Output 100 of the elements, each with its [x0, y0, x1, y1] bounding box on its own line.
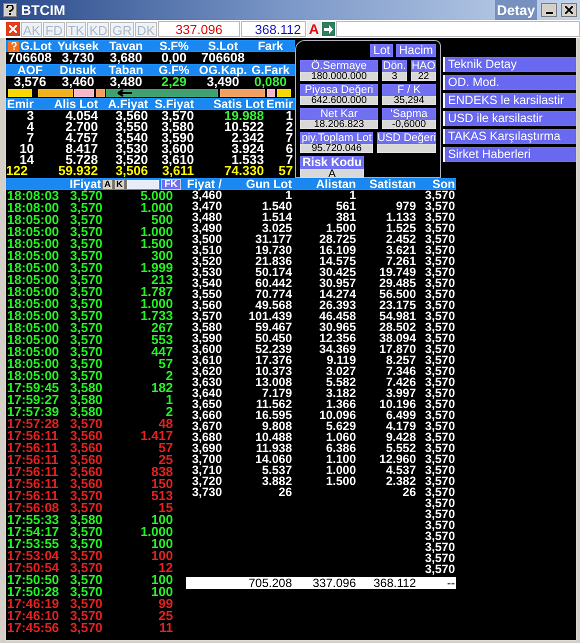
- trade-price: 3,570: [70, 538, 104, 550]
- toggle-button[interactable]: A: [102, 178, 113, 190]
- trade-price: 3,570: [70, 202, 104, 214]
- stat-value: 3,680: [110, 52, 142, 64]
- trade-time: 17:53:04: [6, 550, 60, 562]
- table-cell: 7.261: [386, 254, 416, 268]
- table-cell: 5.629: [326, 419, 356, 433]
- table-cell: 30.957: [319, 276, 356, 290]
- trade-lot: 1.000: [140, 226, 173, 238]
- table-cell-text: 3,610: [160, 154, 194, 165]
- menu-button[interactable]: Sirket Haberleri: [443, 147, 576, 162]
- table-cell: 17.870: [379, 342, 416, 356]
- table-cell: 23.175: [379, 298, 416, 312]
- trade-time: 18:05:00: [6, 286, 60, 298]
- table-cell: 11.938: [256, 441, 292, 455]
- trade-time: 17:57:28: [6, 418, 60, 430]
- value-box: [377, 144, 436, 153]
- column-header: A.Fiyat: [106, 98, 148, 110]
- trade-time: 17:50:54: [6, 562, 60, 574]
- trade-time: 18:05:00: [6, 346, 60, 358]
- trade-time: 18:05:00: [6, 334, 60, 346]
- trade-price: 3,570: [70, 574, 104, 586]
- table-cell: 21.836: [255, 254, 292, 268]
- column-header: G.F%: [158, 64, 190, 76]
- input-field[interactable]: [336, 21, 580, 37]
- trade-lot: 213: [151, 274, 173, 286]
- trade-time: 18:05:00: [6, 262, 60, 274]
- value-box: 3: [382, 72, 407, 81]
- trade-lot: 182: [151, 382, 173, 394]
- trade-lot: 1.417: [140, 430, 173, 442]
- trade-lot: 2: [166, 406, 173, 418]
- total-cell: 337.096: [312, 576, 356, 590]
- value-box: -0,6000: [382, 120, 436, 129]
- column-header: IFiyat: [70, 178, 101, 190]
- table-cell: 7.426: [386, 375, 416, 389]
- value-box: 18.206.823: [300, 120, 378, 129]
- value-box: 35,294: [382, 96, 436, 105]
- total-cell-text: 3,611: [162, 165, 194, 176]
- table-cell: 1: [285, 188, 292, 202]
- table-cell-text: 19.988: [224, 110, 264, 121]
- table-cell: 1: [349, 188, 356, 202]
- column-header: Tavan: [109, 40, 143, 52]
- filter-field[interactable]: [126, 178, 160, 190]
- trade-price: 3,580: [70, 406, 104, 418]
- table-cell: 7.346: [386, 364, 416, 378]
- trade-time: 17:57:39: [6, 406, 60, 418]
- column-header: Yuksek: [57, 40, 99, 52]
- table-cell: 1.366: [326, 397, 356, 411]
- table-cell: 19.730: [255, 243, 292, 257]
- table-cell: 14.060: [255, 452, 292, 466]
- column-header: Alistan: [314, 178, 356, 190]
- toggle-button[interactable]: Hacim: [396, 44, 436, 57]
- trade-time: 17:56:11: [6, 490, 60, 502]
- table-cell: 16.109: [319, 243, 356, 257]
- menu-button[interactable]: ENDEKS le karsilastir: [443, 93, 576, 108]
- table-cell-text: 10: [18, 143, 34, 154]
- toggle-button[interactable]: K: [114, 178, 125, 190]
- field-label: Risk Kodu: [300, 156, 364, 169]
- table-cell: 3,570: [424, 188, 455, 202]
- stat-value: 3,730: [62, 52, 94, 64]
- table-cell: 59.467: [255, 320, 292, 334]
- trade-time: 17:55:33: [6, 514, 60, 526]
- table-cell-text: 3,550: [114, 121, 148, 132]
- trade-lot: 25: [158, 454, 173, 466]
- trade-lot: 1.999: [140, 262, 173, 274]
- table-cell-text: 7: [26, 132, 34, 143]
- go-button[interactable]: [322, 22, 335, 36]
- toggle-button[interactable]: Lot: [370, 44, 393, 57]
- table-cell-text: 8.417: [64, 143, 98, 154]
- total-cell: 368.112: [374, 576, 416, 590]
- help-icon[interactable]: [8, 40, 20, 52]
- trade-price: 3,570: [70, 562, 104, 574]
- table-cell: 1.525: [386, 221, 416, 235]
- table-cell: 29.485: [379, 276, 416, 290]
- table-cell-text: 4.757: [64, 132, 98, 143]
- table-cell: 9.808: [262, 419, 292, 433]
- trade-lot: 267: [151, 322, 173, 334]
- table-cell: 8.257: [386, 353, 416, 367]
- trade-price: 3,570: [70, 490, 104, 502]
- filter-button[interactable]: FK: [161, 178, 181, 190]
- table-cell: 10.096: [319, 408, 356, 422]
- menu-button[interactable]: TAKAS Karşılaştırma: [443, 129, 576, 144]
- stat-value: 0,00: [161, 52, 187, 64]
- trade-price: 3,570: [70, 370, 104, 382]
- trade-lot: 100: [151, 574, 173, 586]
- menu-button[interactable]: Teknik Detay: [443, 57, 576, 72]
- table-cell: 1.060: [326, 430, 356, 444]
- trade-price: 3,560: [70, 478, 104, 490]
- trade-price: 3,570: [70, 622, 104, 634]
- total-cell-text: 122: [6, 165, 28, 176]
- menu-button[interactable]: USD ile karsilastir: [443, 111, 576, 126]
- menu-button[interactable]: OD. Mod.: [443, 75, 576, 90]
- table-cell-text: 3: [26, 110, 34, 121]
- field-label: 'Sapma: [382, 108, 436, 120]
- minimize-button[interactable]: [541, 3, 557, 17]
- close-button[interactable]: [561, 3, 577, 17]
- trade-time: 17:50:28: [6, 586, 60, 598]
- trade-time: 17:59:27: [6, 394, 60, 406]
- table-cell: 2.382: [386, 474, 416, 488]
- column-header: Fark: [258, 40, 284, 52]
